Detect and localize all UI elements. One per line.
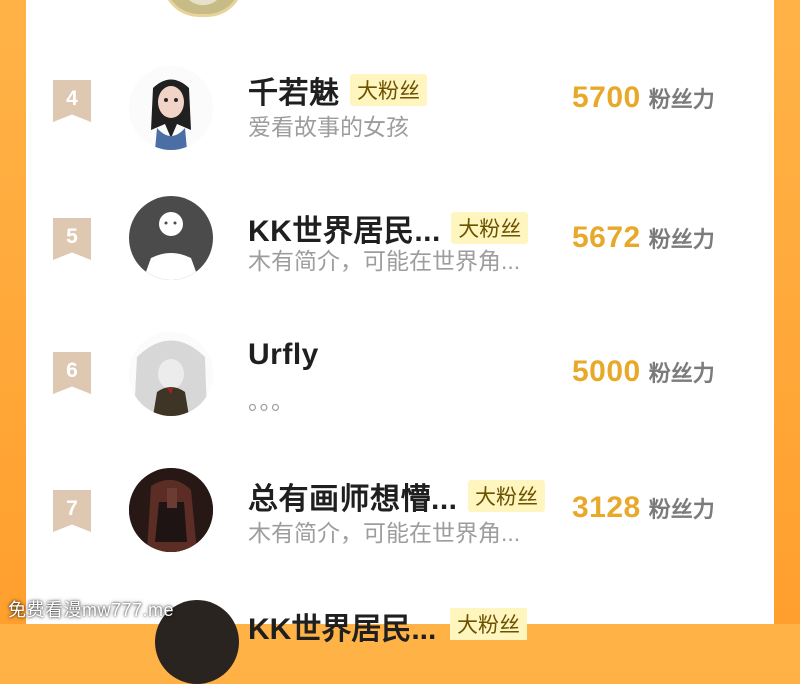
fan-power: 5700 粉丝力 (572, 81, 715, 115)
partial-avatar-top[interactable] (162, 0, 244, 17)
fan-power-value: 5700 (572, 81, 641, 114)
leaderboard-row[interactable]: 4 千若魅 大粉丝 爱看故事的女孩 5700 粉丝力 (26, 40, 774, 160)
leaderboard-card: 4 千若魅 大粉丝 爱看故事的女孩 5700 粉丝力 5 KK世界居民... 大… (26, 0, 774, 684)
user-avatar[interactable] (129, 66, 213, 150)
fan-level-badge: 大粉丝 (451, 212, 529, 244)
user-name[interactable]: Urfly (248, 338, 319, 372)
user-name[interactable]: 千若魅 (248, 68, 340, 112)
user-name[interactable]: 总有画师想懵... (248, 474, 458, 518)
user-description: 爱看故事的女孩 (248, 114, 409, 140)
rank-badge: 5 (53, 218, 91, 260)
user-description: 。。。 (248, 388, 294, 414)
user-avatar[interactable] (129, 332, 213, 416)
watermark: 免费看漫mw777.me (8, 600, 175, 620)
fan-level-badge: 大粉丝 (349, 74, 427, 106)
fan-power-unit: 粉丝力 (648, 87, 715, 112)
user-description: 木有简介，可能在世界角... (248, 248, 521, 274)
fan-power-unit: 粉丝力 (648, 361, 715, 386)
fan-power: 5000 粉丝力 (572, 355, 715, 389)
partial-fan-level-badge: 大粉丝 (450, 608, 527, 640)
default-avatar[interactable] (129, 196, 213, 280)
partial-user-name[interactable]: KK世界居民... (248, 604, 436, 648)
fan-power: 5672 粉丝力 (572, 221, 715, 255)
leaderboard-row[interactable]: 6 Urfly 。。。 5000 粉丝力 (26, 316, 774, 436)
rank-badge: 4 (53, 80, 91, 122)
fan-power-value: 5000 (572, 355, 641, 388)
leaderboard-row[interactable]: 5 KK世界居民... 大粉丝 木有简介，可能在世界角... 5672 粉丝力 (26, 178, 774, 298)
fan-level-badge: 大粉丝 (467, 480, 545, 512)
fan-power: 3128 粉丝力 (572, 491, 715, 525)
user-avatar[interactable] (129, 468, 213, 552)
fan-power-value: 3128 (572, 491, 641, 524)
fan-power-unit: 粉丝力 (648, 227, 715, 252)
fan-power-value: 5672 (572, 221, 641, 254)
rank-badge: 6 (53, 352, 91, 394)
rank-badge: 7 (53, 490, 91, 532)
leaderboard-row[interactable]: 7 总有画师想懵... 大粉丝 木有简介，可能在世界角... 3128 粉丝力 (26, 452, 774, 572)
fan-power-unit: 粉丝力 (648, 497, 715, 522)
user-description: 木有简介，可能在世界角... (248, 520, 521, 546)
